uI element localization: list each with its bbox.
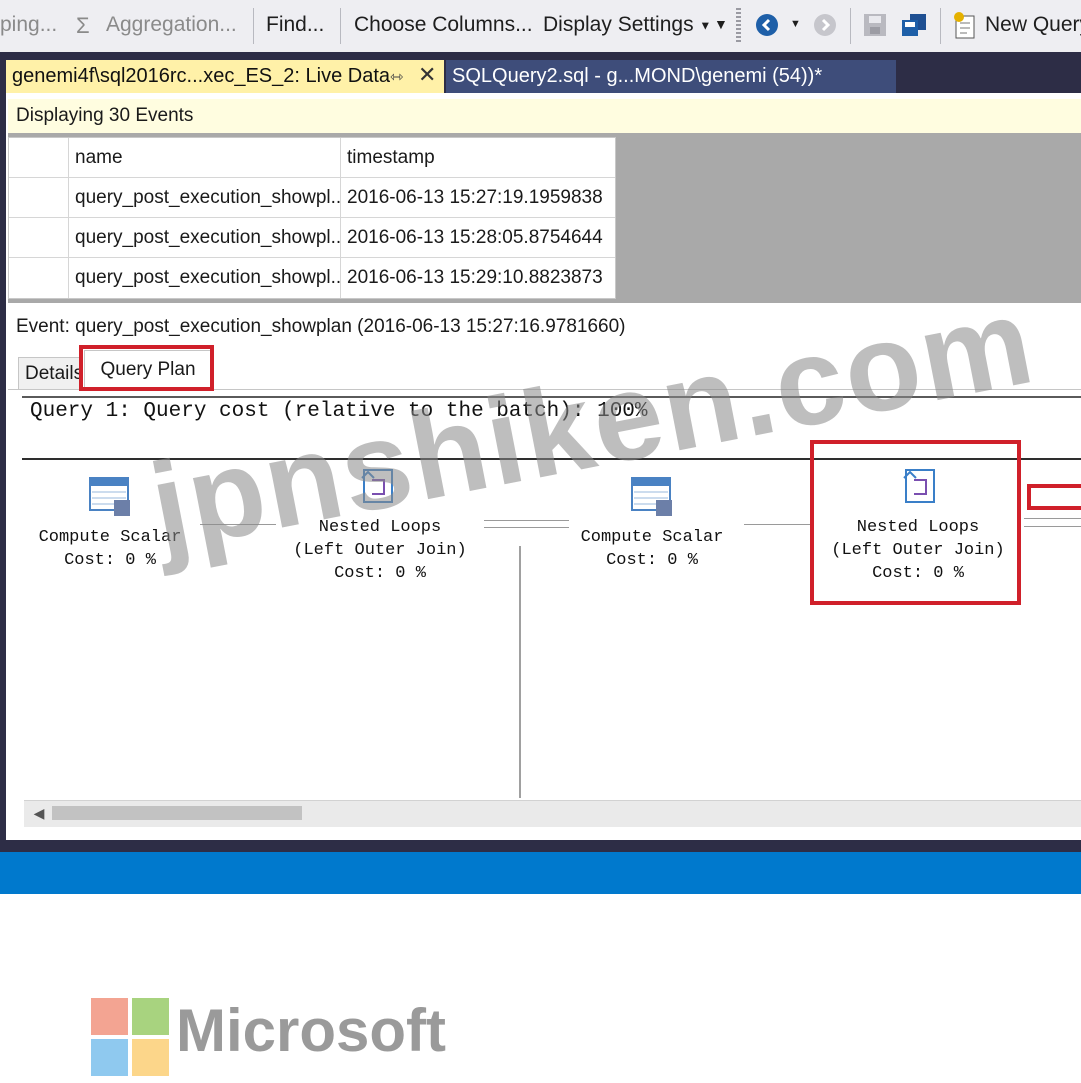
microsoft-wordmark: Microsoft xyxy=(176,997,446,1064)
table-cell-timestamp[interactable]: 2016-06-13 15:28:05.8754644 xyxy=(341,218,615,258)
grouping-button[interactable]: ping... xyxy=(0,13,57,37)
table-cell-timestamp[interactable]: 2016-06-13 15:29:10.8823873 xyxy=(341,258,615,298)
compute-scalar-icon xyxy=(88,474,132,523)
table-cell-name[interactable]: query_post_execution_showpl... xyxy=(69,258,341,298)
plan-connector xyxy=(744,524,810,525)
operator-name: Compute Scalar xyxy=(580,528,724,547)
aggregation-button[interactable]: Aggregation... xyxy=(106,13,237,37)
save-icon[interactable] xyxy=(864,14,886,36)
row-header[interactable] xyxy=(9,218,69,258)
plan-connector xyxy=(484,520,569,521)
save-all-icon[interactable] xyxy=(900,12,928,38)
table-cell-name[interactable]: query_post_execution_showpl... xyxy=(69,178,341,218)
new-query-button[interactable]: New Query xyxy=(985,13,1081,37)
plan-connector xyxy=(484,527,569,528)
tab-details[interactable]: Details xyxy=(18,357,82,389)
tab-live-data[interactable]: genemi4f\sql2016rc...xec_ES_2: Live Data… xyxy=(6,60,444,93)
forward-icon[interactable] xyxy=(814,14,836,36)
choose-columns-button[interactable]: Choose Columns... xyxy=(354,13,533,37)
scroll-left-icon[interactable]: ◀ xyxy=(30,803,48,823)
row-header[interactable] xyxy=(9,178,69,218)
toolbar-separator xyxy=(940,8,941,44)
row-header[interactable] xyxy=(9,258,69,298)
new-query-icon[interactable] xyxy=(952,10,978,40)
tab-sqlquery2-label: SQLQuery2.sql - g...MOND\genemi (54))* xyxy=(452,65,823,87)
toolbar-separator xyxy=(253,8,254,44)
find-button[interactable]: Find... xyxy=(266,13,324,37)
event-count-bar: Displaying 30 Events xyxy=(8,99,1081,134)
pin-icon[interactable]: ⇿ xyxy=(390,67,403,87)
microsoft-logo-icon xyxy=(91,998,169,1076)
operator-cost: Cost: 0 % xyxy=(606,551,698,570)
chevron-down-icon: ▼ xyxy=(699,18,712,33)
status-bar xyxy=(0,852,1081,894)
table-cell-timestamp[interactable]: 2016-06-13 15:27:19.1959838 xyxy=(341,178,615,218)
close-icon[interactable]: ✕ xyxy=(418,62,436,88)
toolbar-separator xyxy=(850,8,851,44)
event-count-text: Displaying 30 Events xyxy=(16,105,194,126)
grid-corner xyxy=(9,138,69,178)
display-settings-button[interactable]: Display Settings ▼ xyxy=(543,13,711,37)
tab-live-data-label: genemi4f\sql2016rc...xec_ES_2: Live Data xyxy=(12,65,390,87)
highlight-box xyxy=(1027,484,1081,510)
column-header-timestamp[interactable]: timestamp xyxy=(341,138,615,178)
highlight-box xyxy=(79,345,214,391)
operator-cost: Cost: 0 % xyxy=(334,564,426,583)
tab-sqlquery2[interactable]: SQLQuery2.sql - g...MOND\genemi (54))* xyxy=(446,60,896,93)
chevron-down-icon[interactable]: ▼ xyxy=(790,18,801,30)
events-grid[interactable]: name timestamp query_post_execution_show… xyxy=(8,137,616,299)
plan-branch-line xyxy=(519,546,521,798)
display-settings-label: Display Settings xyxy=(543,13,694,36)
toolbar-separator xyxy=(340,8,341,44)
highlight-box xyxy=(810,440,1021,605)
event-detail-title: Event: query_post_execution_showplan (20… xyxy=(16,316,626,337)
back-icon[interactable] xyxy=(756,14,778,36)
plan-connector xyxy=(1024,518,1081,519)
table-cell-name[interactable]: query_post_execution_showpl... xyxy=(69,218,341,258)
plan-connector xyxy=(1024,526,1081,527)
toolbar-grip xyxy=(736,8,741,44)
column-header-name[interactable]: name xyxy=(69,138,341,178)
overflow-icon[interactable]: ▼ xyxy=(714,16,728,32)
sigma-icon: Σ xyxy=(76,13,90,38)
scrollbar-thumb[interactable] xyxy=(52,806,302,820)
toolbar: ping... Σ Aggregation... Find... Choose … xyxy=(0,0,1081,53)
